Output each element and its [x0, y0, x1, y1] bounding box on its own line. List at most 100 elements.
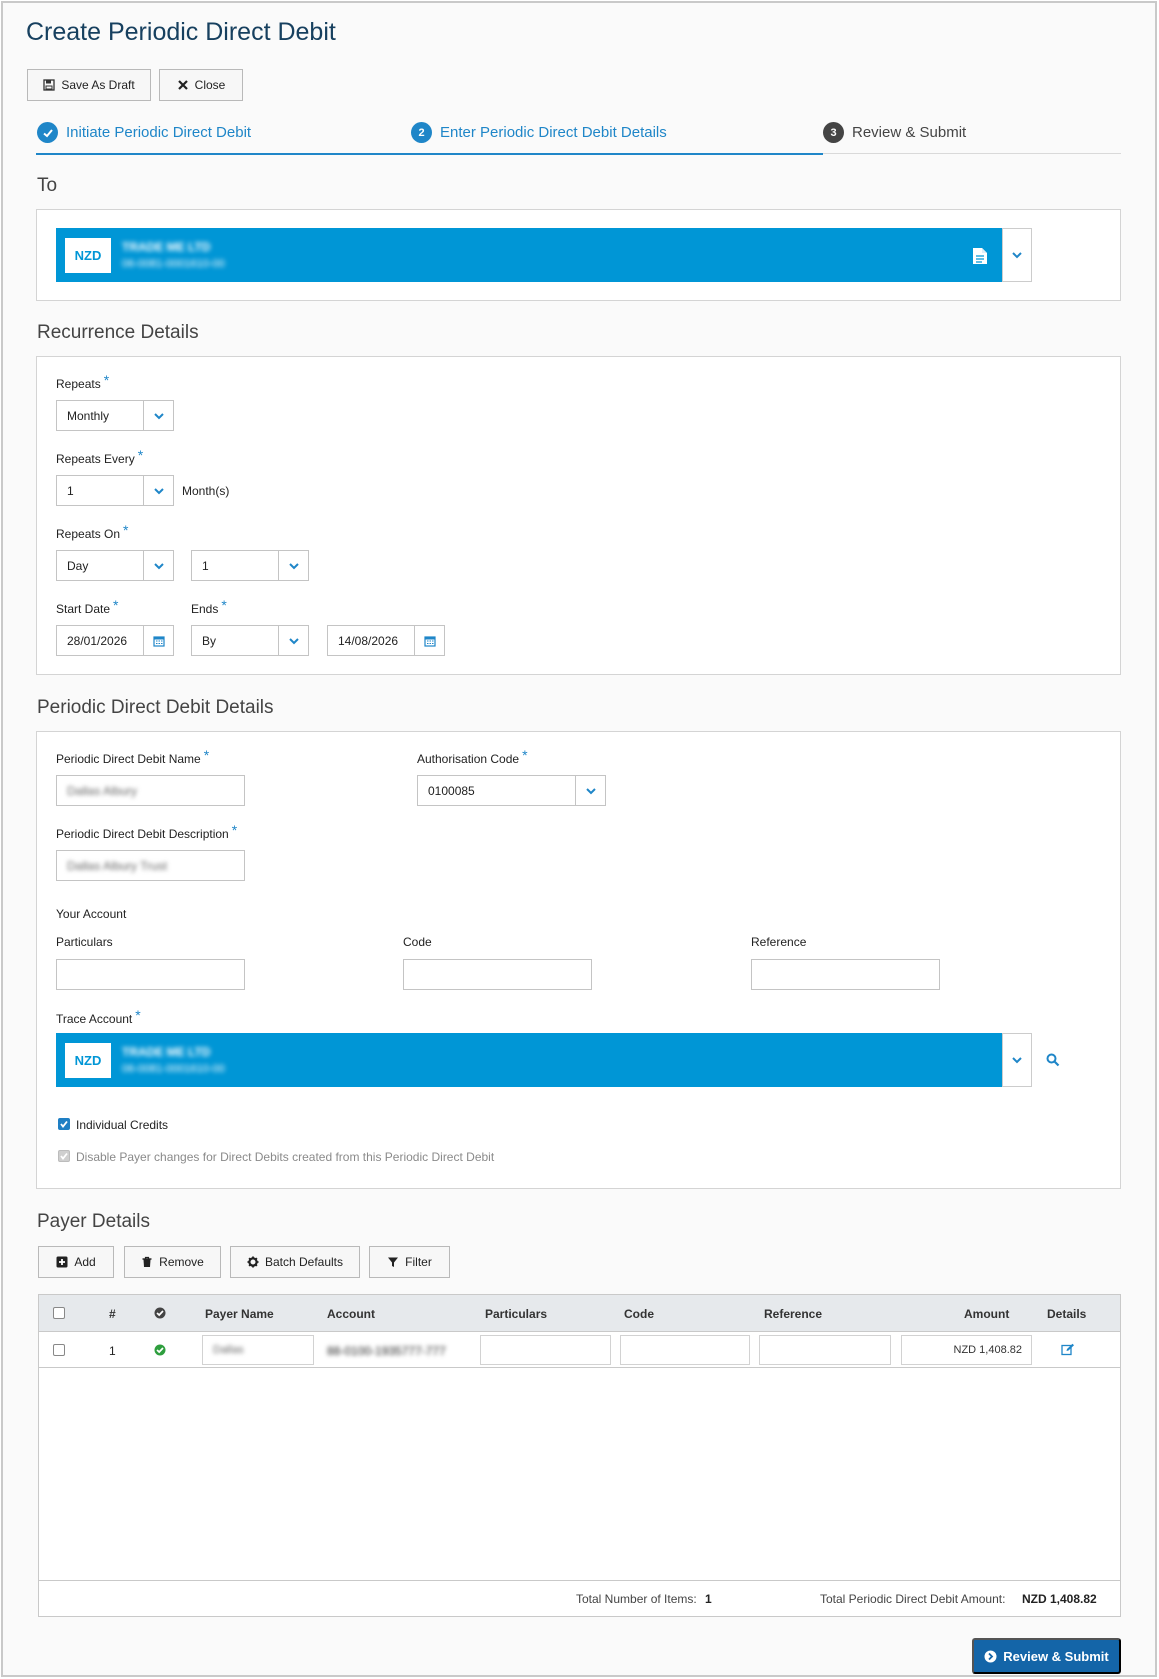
calendar-icon[interactable] — [414, 626, 444, 655]
trace-account-selector[interactable]: NZD TRADE ME LTD 06-0081-0001610-00 — [56, 1033, 1002, 1087]
start-date-field[interactable]: 28/01/2026 — [56, 625, 174, 656]
batch-defaults-button[interactable]: Batch Defaults — [230, 1246, 360, 1278]
step-enter-details[interactable]: 2 Enter Periodic Direct Debit Details — [411, 122, 667, 143]
row-amount-input[interactable]: NZD 1,408.82 — [901, 1335, 1032, 1365]
disable-payer-changes-checkbox — [58, 1150, 70, 1162]
repeats-every-unit: Month(s) — [182, 484, 230, 498]
remove-payer-button[interactable]: Remove — [124, 1246, 221, 1278]
account-name: TRADE ME LTD — [122, 1045, 211, 1059]
document-icon[interactable] — [972, 247, 988, 265]
row-particulars-input[interactable] — [480, 1335, 611, 1365]
filter-icon — [388, 1257, 399, 1267]
individual-credits-checkbox[interactable] — [58, 1118, 70, 1130]
filter-button[interactable]: Filter — [369, 1246, 450, 1278]
col-index: # — [109, 1307, 116, 1321]
chevron-down-icon — [278, 626, 308, 655]
gear-icon — [247, 1256, 259, 1268]
total-items-value: 1 — [705, 1592, 712, 1606]
table-header: # Payer Name Account Particulars Code Re… — [39, 1295, 1120, 1332]
review-submit-label: Review & Submit — [1003, 1648, 1109, 1664]
col-amount: Amount — [964, 1307, 1010, 1321]
save-icon — [43, 79, 55, 91]
search-icon[interactable] — [1046, 1053, 1060, 1067]
check-icon — [37, 122, 58, 143]
close-button[interactable]: Close — [159, 69, 243, 101]
step-label: Initiate Periodic Direct Debit — [66, 124, 252, 141]
status-check-icon — [154, 1307, 166, 1319]
details-panel: Periodic Direct Debit Name * Dallas Albur… — [36, 731, 1121, 1189]
col-account: Account — [327, 1307, 375, 1321]
row-reference-input[interactable] — [759, 1335, 891, 1365]
to-account-selector[interactable]: NZD TRADE ME LTD 06-0081-0001610-00 — [56, 228, 1002, 282]
chevron-down-icon — [143, 476, 173, 505]
pdd-description-value: Dallas Albury Trust — [67, 858, 168, 873]
payer-name-input[interactable]: Dallas — [202, 1335, 314, 1365]
edit-icon[interactable] — [1061, 1343, 1075, 1356]
repeats-value: Monthly — [67, 408, 110, 423]
start-date-label: Start Date * — [56, 597, 119, 616]
account-number: 06-0081-0001610-00 — [122, 1063, 225, 1075]
add-payer-button[interactable]: Add — [38, 1246, 114, 1278]
repeats-every-select[interactable]: 1 — [56, 475, 174, 506]
trace-account-dropdown[interactable] — [1002, 1033, 1032, 1087]
col-particulars: Particulars — [485, 1307, 548, 1321]
save-as-draft-button[interactable]: Save As Draft — [27, 69, 151, 101]
close-icon — [177, 80, 188, 90]
col-code: Code — [624, 1307, 654, 1321]
calendar-icon[interactable] — [143, 626, 173, 655]
code-label: Code — [403, 935, 432, 949]
table-footer: Total Number of Items: 1 Total Periodic … — [39, 1580, 1120, 1616]
payer-account-value: 88-0100-1935777-777 — [327, 1344, 446, 1358]
auth-code-value: 0100085 — [428, 783, 475, 798]
col-reference: Reference — [764, 1307, 823, 1321]
reference-input[interactable] — [751, 959, 940, 990]
account-number: 06-0081-0001610-00 — [122, 258, 225, 270]
recurrence-panel: Repeats * Monthly Repeats Every * 1 Month(… — [36, 356, 1121, 675]
step-number: 3 — [823, 122, 844, 143]
repeats-label: Repeats * — [56, 372, 110, 391]
repeats-select[interactable]: Monthly — [56, 400, 174, 431]
row-code-input[interactable] — [620, 1335, 750, 1365]
col-payer-name: Payer Name — [205, 1307, 274, 1321]
repeats-on-day-select[interactable]: 1 — [191, 550, 309, 581]
save-as-draft-label: Save As Draft — [61, 78, 135, 92]
pdd-name-input[interactable]: Dallas Albury — [56, 775, 245, 806]
repeats-on-type-select[interactable]: Day — [56, 550, 174, 581]
step-initiate[interactable]: Initiate Periodic Direct Debit — [37, 122, 251, 143]
recurrence-section-title: Recurrence Details — [37, 322, 199, 343]
trace-account-label: Trace Account * — [56, 1007, 141, 1026]
page-title: Create Periodic Direct Debit — [26, 18, 336, 46]
payers-section-title: Payer Details — [37, 1211, 150, 1232]
to-section-title: To — [37, 175, 58, 196]
repeats-on-day-value: 1 — [202, 558, 209, 573]
step-review-submit: 3 Review & Submit — [823, 122, 966, 143]
end-date-field[interactable]: 14/08/2026 — [327, 625, 445, 656]
select-all-checkbox[interactable] — [53, 1307, 65, 1319]
filter-label: Filter — [405, 1255, 432, 1269]
currency-badge: NZD — [65, 238, 111, 273]
ends-type-select[interactable]: By — [191, 625, 309, 656]
row-checkbox[interactable] — [53, 1344, 65, 1356]
ends-type-value: By — [202, 633, 217, 648]
arrow-circle-right-icon — [984, 1650, 997, 1662]
end-date-value: 14/08/2026 — [338, 633, 399, 648]
row-amount-value: NZD 1,408.82 — [953, 1344, 1022, 1356]
repeats-every-label: Repeats Every * — [56, 447, 144, 466]
table-row: 1 Dallas 88-0100-1935777-777 NZD 1,408.8… — [39, 1332, 1120, 1368]
ends-label: Ends * — [191, 597, 227, 616]
col-details: Details — [1047, 1307, 1087, 1321]
plus-square-icon — [56, 1256, 68, 1268]
reference-label: Reference — [751, 935, 807, 949]
particulars-input[interactable] — [56, 959, 245, 990]
chevron-down-icon — [143, 401, 173, 430]
auth-code-select[interactable]: 0100085 — [417, 775, 606, 806]
individual-credits-label: Individual Credits — [76, 1118, 169, 1132]
chevron-down-icon — [575, 776, 605, 805]
repeats-on-type-value: Day — [67, 558, 89, 573]
review-submit-button[interactable]: Review & Submit — [972, 1638, 1121, 1674]
code-input[interactable] — [403, 959, 592, 990]
currency-badge: NZD — [65, 1043, 111, 1078]
trash-icon — [142, 1256, 152, 1267]
pdd-description-input[interactable]: Dallas Albury Trust — [56, 850, 245, 881]
to-account-dropdown[interactable] — [1002, 228, 1032, 282]
